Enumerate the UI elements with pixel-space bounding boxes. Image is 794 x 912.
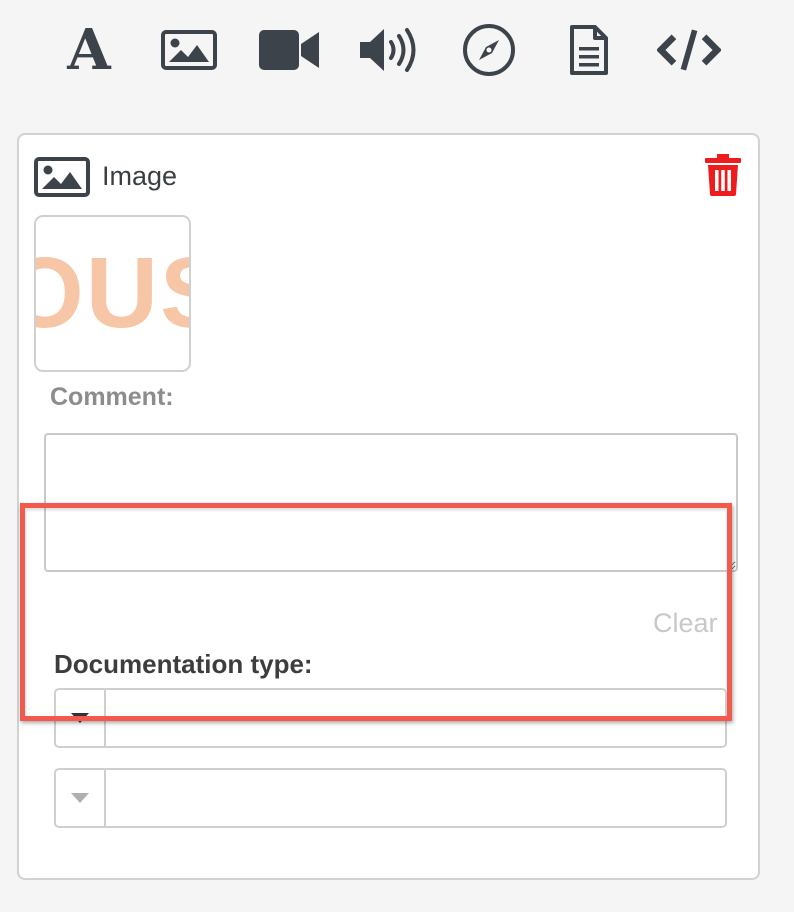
delete-block-button[interactable] bbox=[705, 154, 745, 198]
documentation-type-label: Documentation type: bbox=[54, 649, 313, 679]
card-title: Image bbox=[102, 161, 178, 191]
audio-icon bbox=[360, 28, 416, 72]
documentation-type-select-1[interactable] bbox=[54, 688, 727, 748]
add-code-button[interactable] bbox=[657, 18, 721, 82]
thumbnail-text: OUS bbox=[36, 237, 189, 349]
add-text-button[interactable]: A bbox=[57, 18, 121, 82]
image-thumbnail[interactable]: OUS bbox=[34, 215, 191, 372]
image-block-card: Image OUS Comment: Clear Documentation t… bbox=[17, 133, 760, 880]
block-type-toolbar: A bbox=[0, 18, 794, 82]
code-icon bbox=[657, 29, 721, 71]
compass-icon bbox=[463, 24, 515, 76]
documentation-type-input-2[interactable] bbox=[108, 770, 725, 826]
caret-down-icon bbox=[71, 713, 89, 723]
clear-button[interactable]: Clear bbox=[653, 608, 718, 639]
documentation-type-select-2[interactable] bbox=[54, 768, 727, 828]
add-embed-button[interactable] bbox=[457, 18, 521, 82]
comment-label: Comment: bbox=[50, 383, 174, 411]
video-icon bbox=[259, 30, 319, 70]
add-document-button[interactable] bbox=[557, 18, 621, 82]
image-icon bbox=[34, 157, 90, 202]
add-audio-button[interactable] bbox=[357, 18, 421, 82]
text-icon: A bbox=[67, 17, 111, 83]
trash-icon bbox=[705, 154, 741, 196]
image-icon bbox=[161, 30, 217, 70]
comment-textarea[interactable] bbox=[44, 433, 738, 572]
document-icon bbox=[570, 25, 608, 75]
dropdown-toggle-button[interactable] bbox=[56, 690, 106, 746]
documentation-type-input-1[interactable] bbox=[108, 690, 725, 746]
dropdown-toggle-button[interactable] bbox=[56, 770, 106, 826]
add-image-button[interactable] bbox=[157, 18, 221, 82]
caret-down-icon bbox=[71, 793, 89, 803]
add-video-button[interactable] bbox=[257, 18, 321, 82]
